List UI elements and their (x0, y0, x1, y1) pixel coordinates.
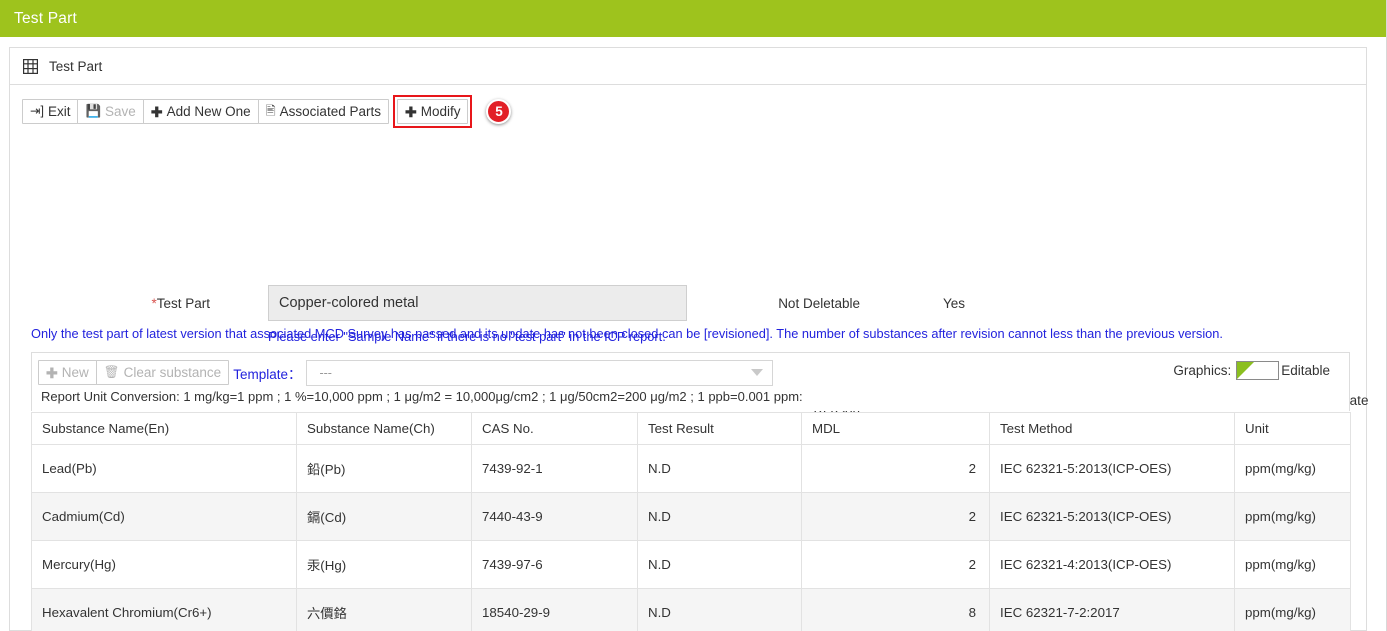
cell-name-ch: 汞(Hg) (296, 540, 472, 589)
cell-result: N.D (637, 492, 802, 541)
associated-parts-button-label: Associated Parts (279, 104, 381, 119)
exit-icon: ⇥] (30, 104, 44, 119)
substance-table-body: Lead(Pb) 鉛(Pb) 7439-92-1 N.D 2 IEC 62321… (31, 444, 1351, 631)
cell-name-en: Cadmium(Cd) (31, 492, 297, 541)
exit-button[interactable]: ⇥] Exit (22, 99, 79, 124)
trash-icon: 🗑 (103, 365, 120, 380)
table-header-row: Substance Name(En) Substance Name(Ch) CA… (31, 412, 1351, 445)
cell-unit: ppm(mg/kg) (1234, 492, 1351, 541)
cell-method: IEC 62321-4:2013(ICP-OES) (989, 540, 1235, 589)
cell-mdl: 8 (801, 588, 990, 631)
cell-method: IEC 62321-5:2013(ICP-OES) (989, 492, 1235, 541)
substance-table-head: Substance Name(En) Substance Name(Ch) CA… (31, 412, 1351, 445)
cell-name-ch: 鉛(Pb) (296, 444, 472, 493)
panel-header: Test Part (10, 48, 1366, 85)
col-test-method[interactable]: Test Method (989, 412, 1235, 445)
plus-icon: ✚ (150, 103, 163, 120)
col-mdl[interactable]: MDL (801, 412, 990, 445)
substance-panel: ✚ New 🗑 Clear substance Template： --- Gr… (31, 352, 1350, 411)
col-unit[interactable]: Unit (1234, 412, 1351, 445)
cell-unit: ppm(mg/kg) (1234, 444, 1351, 493)
graphics-indicator: Graphics: Editable (1173, 361, 1330, 380)
col-substance-name-ch[interactable]: Substance Name(Ch) (296, 412, 472, 445)
cell-cas: 7439-97-6 (471, 540, 638, 589)
graphics-state-label: Editable (1281, 363, 1330, 378)
test-part-label-text: Test Part (156, 296, 210, 311)
step-badge-5: 5 (486, 99, 512, 124)
cell-method: IEC 62321-5:2013(ICP-OES) (989, 444, 1235, 493)
cell-name-ch: 鎘(Cd) (296, 492, 472, 541)
graphics-label: Graphics: (1173, 363, 1232, 378)
table-row[interactable]: Lead(Pb) 鉛(Pb) 7439-92-1 N.D 2 IEC 62321… (31, 444, 1351, 493)
cell-result: N.D (637, 540, 802, 589)
cell-name-en: Hexavalent Chromium(Cr6+) (31, 588, 297, 631)
test-part-input[interactable]: Copper-colored metal (268, 285, 687, 321)
window-title-bar: Test Part (0, 0, 1386, 37)
page-root: Test Part Test Part ⇥] Exit 💾 Save ✚ Add… (0, 0, 1387, 631)
test-part-panel: Test Part ⇥] Exit 💾 Save ✚ Add New One 🖹 (9, 47, 1368, 631)
cell-unit: ppm(mg/kg) (1234, 588, 1351, 631)
new-substance-button[interactable]: ✚ New (38, 360, 97, 385)
cell-name-en: Mercury(Hg) (31, 540, 297, 589)
exit-button-label: Exit (47, 104, 71, 119)
floppy-disk-icon: 💾 (85, 104, 102, 119)
clear-substance-button-label: Clear substance (123, 365, 222, 380)
template-select-value: --- (319, 365, 332, 380)
clear-substance-button[interactable]: 🗑 Clear substance (95, 360, 230, 385)
chevron-down-icon (751, 369, 764, 376)
cell-cas: 7439-92-1 (471, 444, 638, 493)
save-button-label: Save (105, 104, 136, 119)
graphics-color-swatch (1236, 361, 1280, 380)
cell-mdl: 2 (801, 444, 990, 493)
modify-button-label: Modify (420, 104, 461, 119)
substance-toolbar: ✚ New 🗑 Clear substance Template： --- Gr… (32, 353, 1349, 387)
cell-result: N.D (637, 444, 802, 493)
document-icon: 🖹 (265, 104, 276, 119)
not-deletable-label: Not Deletable (778, 296, 860, 311)
not-deletable-value: Yes (943, 296, 966, 311)
add-new-one-button-label: Add New One (166, 104, 251, 119)
table-grid-icon (23, 58, 38, 74)
substance-table: Substance Name(En) Substance Name(Ch) CA… (31, 412, 1351, 631)
page-body: Test Part ⇥] Exit 💾 Save ✚ Add New One 🖹 (0, 37, 1386, 631)
revision-notice: Only the test part of latest version tha… (31, 326, 1223, 341)
col-test-result[interactable]: Test Result (637, 412, 802, 445)
cell-name-ch: 六價鉻 (296, 588, 472, 631)
modify-button-highlight: ✚ Modify (392, 95, 473, 128)
new-substance-button-label: New (61, 365, 89, 380)
cell-mdl: 2 (801, 492, 990, 541)
cell-mdl: 2 (801, 540, 990, 589)
cell-cas: 18540-29-9 (471, 588, 638, 631)
table-row[interactable]: Hexavalent Chromium(Cr6+) 六價鉻 18540-29-9… (31, 588, 1351, 631)
table-row[interactable]: Cadmium(Cd) 鎘(Cd) 7440-43-9 N.D 2 IEC 62… (31, 492, 1351, 541)
plus-icon: ✚ (46, 364, 58, 381)
panel-title: Test Part (49, 58, 103, 74)
save-button[interactable]: 💾 Save (77, 99, 144, 124)
unit-conversion-note: Report Unit Conversion: 1 mg/kg=1 ppm ; … (41, 389, 803, 404)
test-part-input-value: Copper-colored metal (279, 295, 419, 311)
col-substance-name-en[interactable]: Substance Name(En) (31, 412, 297, 445)
cell-method: IEC 62321-7-2:2017 (989, 588, 1235, 631)
cell-result: N.D (637, 588, 802, 631)
test-part-form: *Test Part Copper-colored metal Please e… (10, 128, 1368, 436)
add-new-one-button[interactable]: ✚ Add New One (142, 99, 259, 124)
action-toolbar: ⇥] Exit 💾 Save ✚ Add New One 🖹 Associate… (10, 85, 1366, 128)
template-label: Template： (233, 366, 302, 382)
test-part-field-label: *Test Part (120, 296, 210, 311)
cell-cas: 7440-43-9 (471, 492, 638, 541)
table-row[interactable]: Mercury(Hg) 汞(Hg) 7439-97-6 N.D 2 IEC 62… (31, 540, 1351, 589)
col-cas-no[interactable]: CAS No. (471, 412, 638, 445)
template-select[interactable]: --- (306, 359, 774, 386)
plus-icon: ✚ (404, 103, 417, 120)
cell-name-en: Lead(Pb) (31, 444, 297, 493)
window-title: Test Part (14, 9, 77, 27)
cell-unit: ppm(mg/kg) (1234, 540, 1351, 589)
associated-parts-button[interactable]: 🖹 Associated Parts (257, 99, 389, 124)
modify-button[interactable]: ✚ Modify (396, 99, 469, 124)
